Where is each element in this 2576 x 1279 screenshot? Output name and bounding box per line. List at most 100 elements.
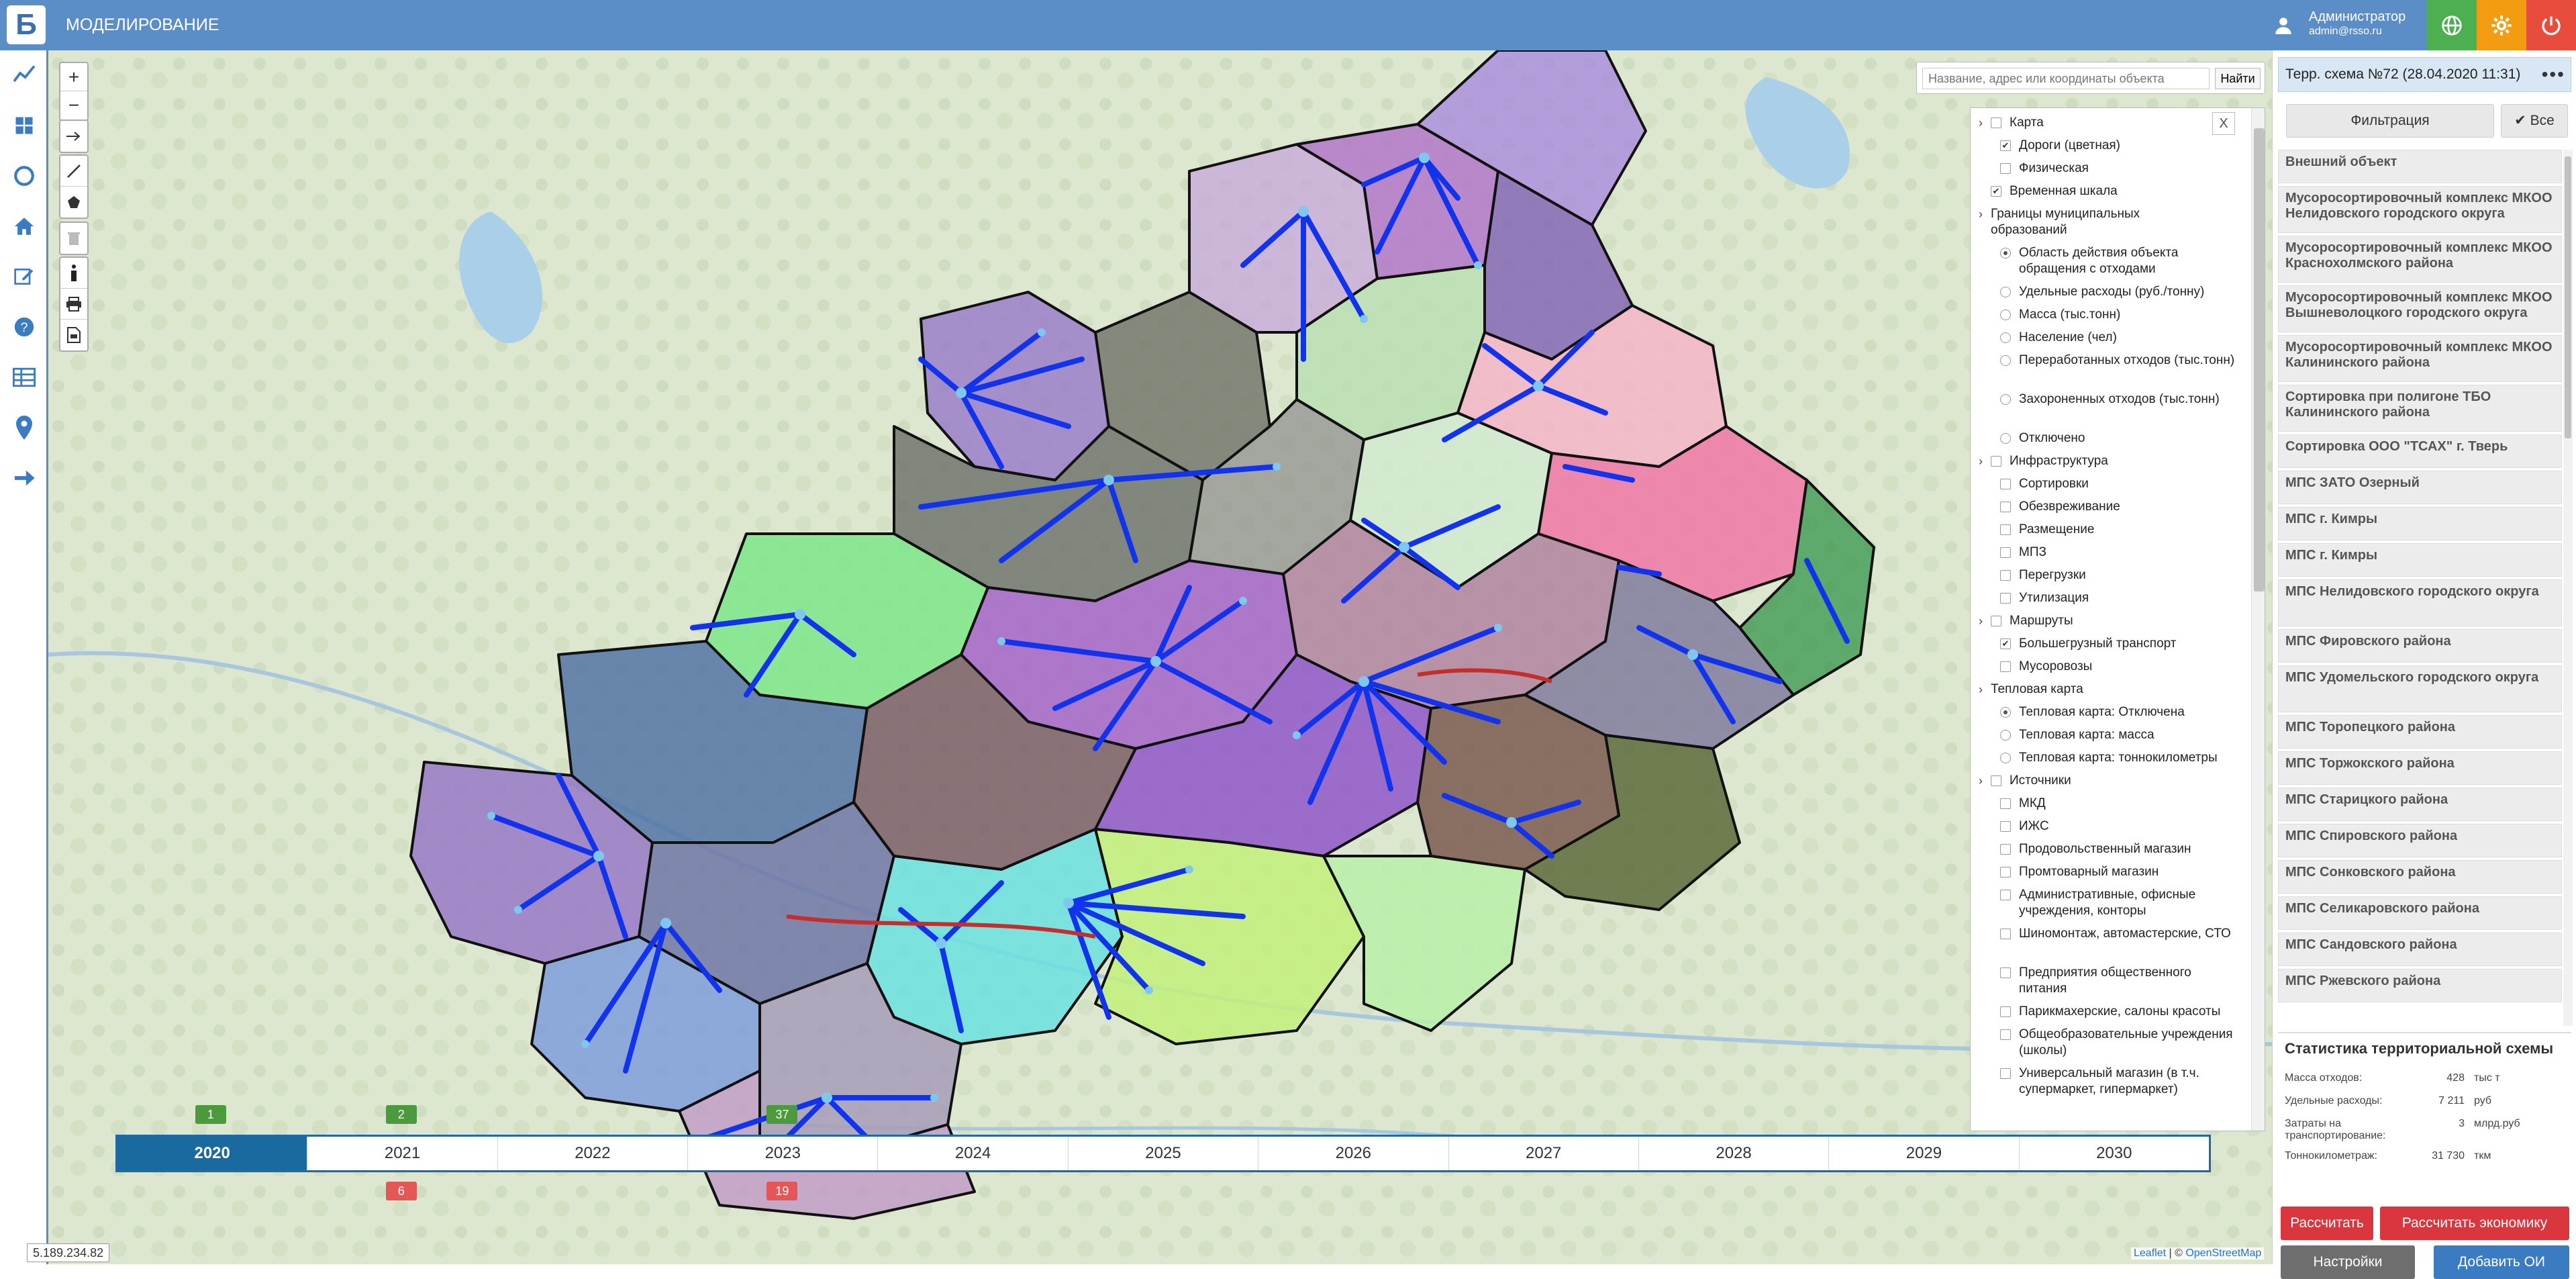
checkbox-icon[interactable] <box>2000 524 2011 535</box>
search-input[interactable] <box>1922 68 2210 89</box>
arrow-tool-button[interactable] <box>60 121 87 152</box>
calculate-economy-button[interactable]: Рассчитать экономику <box>2380 1206 2569 1240</box>
checkbox-icon[interactable] <box>1991 456 2001 467</box>
map-pin-icon[interactable] <box>9 413 39 442</box>
checkbox-icon[interactable] <box>2000 570 2011 581</box>
map-canvas[interactable] <box>48 50 2272 1264</box>
checkbox-icon[interactable] <box>2000 479 2011 489</box>
object-list-item[interactable]: МПС г. Кимры <box>2278 543 2562 577</box>
object-list-item[interactable]: МПС Торжокского района <box>2278 751 2562 785</box>
ring-icon[interactable] <box>9 161 39 191</box>
chart-line-icon[interactable] <box>9 58 39 88</box>
checkbox-icon[interactable] <box>2000 547 2011 558</box>
timeline-year-2025[interactable]: 2025 <box>1069 1137 1259 1170</box>
timeline-year-2022[interactable]: 2022 <box>498 1137 689 1170</box>
object-list-scrollbar[interactable] <box>2563 150 2573 1026</box>
removed-objects-badge[interactable]: 19 <box>766 1182 798 1200</box>
object-list-item[interactable]: Мусоросортировочный комплекс МКОО Красно… <box>2278 236 2562 283</box>
added-objects-badge[interactable]: 2 <box>385 1105 417 1124</box>
object-list-item[interactable]: МПС Сонковского района <box>2278 860 2562 894</box>
checkbox-icon[interactable] <box>2000 967 2011 978</box>
help-icon[interactable]: ? <box>9 312 39 342</box>
info-button[interactable] <box>60 258 87 289</box>
checkbox-icon[interactable] <box>1991 616 2001 626</box>
object-list-item[interactable]: МПС Фировского района <box>2278 629 2562 663</box>
table-icon[interactable] <box>9 363 39 392</box>
checkbox-icon[interactable] <box>2000 821 2011 832</box>
osm-link[interactable]: OpenStreetMap <box>2185 1247 2261 1259</box>
timeline-year-2021[interactable]: 2021 <box>307 1137 498 1170</box>
checkbox-icon[interactable] <box>2000 929 2011 939</box>
settings-button[interactable] <box>2477 0 2526 50</box>
radio-icon[interactable] <box>2000 248 2011 258</box>
radio-icon[interactable] <box>2000 730 2011 741</box>
chevron-right-icon[interactable]: › <box>1979 115 1983 131</box>
object-list-item[interactable]: Сортировка при полигоне ТБО Калининского… <box>2278 385 2562 432</box>
chevron-right-icon[interactable]: › <box>1979 773 1983 789</box>
chevron-right-icon[interactable]: › <box>1979 453 1983 469</box>
chevron-right-icon[interactable]: › <box>1979 206 1983 222</box>
object-list-item[interactable]: МПС Старицкого района <box>2278 788 2562 821</box>
radio-icon[interactable] <box>2000 753 2011 763</box>
checkbox-icon[interactable] <box>2000 502 2011 512</box>
radio-icon[interactable] <box>2000 707 2011 718</box>
export-button[interactable] <box>60 320 87 350</box>
all-button[interactable]: ✔ Все <box>2501 104 2568 138</box>
timeline-year-2020[interactable]: 2020 <box>117 1137 308 1170</box>
object-list-item[interactable]: МПС Спировского района <box>2278 824 2562 857</box>
zoom-in-button[interactable]: + <box>60 63 87 91</box>
draw-line-button[interactable] <box>60 156 87 187</box>
delete-button[interactable] <box>60 223 87 254</box>
edit-icon[interactable] <box>9 262 39 291</box>
checkbox-icon[interactable] <box>2000 844 2011 855</box>
chevron-right-icon[interactable]: › <box>1979 681 1983 698</box>
filter-button[interactable]: Фильтрация <box>2286 104 2494 138</box>
object-list-item[interactable]: МПС ЗАТО Озерный <box>2278 471 2562 504</box>
zoom-out-button[interactable]: − <box>60 91 87 120</box>
checkbox-icon[interactable] <box>1991 775 2001 786</box>
checkbox-icon[interactable] <box>2000 1068 2011 1079</box>
more-icon[interactable]: ••• <box>2542 58 2565 91</box>
checkbox-icon[interactable] <box>2000 163 2011 174</box>
timeline-year-2026[interactable]: 2026 <box>1258 1137 1449 1170</box>
scheme-selector[interactable]: Терр. схема №72 (28.04.2020 11:31) ••• <box>2278 57 2571 92</box>
timeline-year-2027[interactable]: 2027 <box>1449 1137 1639 1170</box>
timeline-year-2029[interactable]: 2029 <box>1829 1137 2020 1170</box>
object-list-item[interactable]: МПС г. Кимры <box>2278 507 2562 540</box>
object-list-item[interactable]: МПС Нелидовского городского округа <box>2278 579 2562 626</box>
object-list-item[interactable]: Мусоросортировочный комплекс МКОО Вышнев… <box>2278 285 2562 332</box>
object-list-item[interactable]: Мусоросортировочный комплекс МКОО Нелидо… <box>2278 186 2562 233</box>
object-list-item[interactable]: Внешний объект <box>2278 150 2562 183</box>
arrow-right-icon[interactable] <box>9 463 39 493</box>
radio-icon[interactable] <box>2000 355 2011 366</box>
calculate-button[interactable]: Рассчитать <box>2281 1206 2373 1240</box>
add-object-button[interactable]: Добавить ОИ <box>2434 1245 2569 1279</box>
timeline-year-2030[interactable]: 2030 <box>2020 1137 2209 1170</box>
checkbox-icon[interactable] <box>2000 798 2011 809</box>
checkbox-icon[interactable] <box>2000 867 2011 878</box>
checkbox-icon[interactable]: ✔ <box>2000 140 2011 151</box>
removed-objects-badge[interactable]: 6 <box>385 1182 417 1200</box>
checkbox-icon[interactable] <box>1991 117 2001 128</box>
layers-scrollbar[interactable] <box>2251 108 2265 1131</box>
grid-icon[interactable] <box>9 111 39 140</box>
object-list-item[interactable]: МПС Ржевского района <box>2278 969 2562 1002</box>
radio-icon[interactable] <box>2000 433 2011 444</box>
chevron-right-icon[interactable]: › <box>1979 613 1983 629</box>
settings-panel-button[interactable]: Настройки <box>2281 1245 2415 1279</box>
checkbox-icon[interactable] <box>2000 890 2011 900</box>
timeline-year-2023[interactable]: 2023 <box>688 1137 879 1170</box>
search-button[interactable]: Найти <box>2215 68 2261 89</box>
object-list-item[interactable]: МПС Торопецкого района <box>2278 715 2562 749</box>
radio-icon[interactable] <box>2000 287 2011 297</box>
object-list-item[interactable]: Сортировка ООО "ТСАХ" г. Тверь <box>2278 434 2562 468</box>
radio-icon[interactable] <box>2000 394 2011 405</box>
home-icon[interactable] <box>9 211 39 241</box>
checkbox-icon[interactable]: ✔ <box>2000 638 2011 649</box>
checkbox-icon[interactable] <box>2000 661 2011 672</box>
object-list-item[interactable]: Мусоросортировочный комплекс МКОО Калини… <box>2278 335 2562 382</box>
logout-button[interactable] <box>2526 0 2576 50</box>
globe-button[interactable] <box>2427 0 2477 50</box>
radio-icon[interactable] <box>2000 310 2011 320</box>
timeline-year-2024[interactable]: 2024 <box>878 1137 1069 1170</box>
